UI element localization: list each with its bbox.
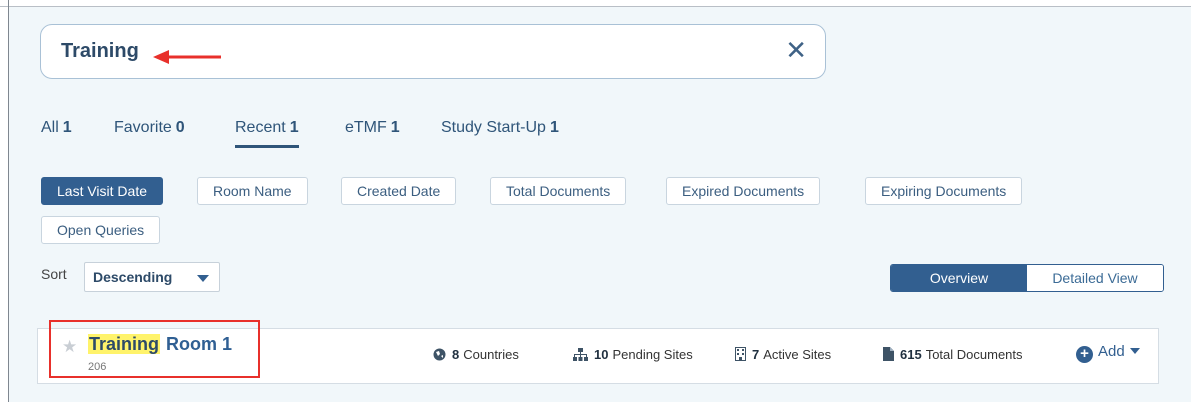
chevron-down-icon [1129,348,1140,354]
tab-label: eTMF [345,119,387,136]
sort-label: Sort [41,266,67,282]
plus-circle-icon: + [1076,346,1093,363]
sort-field-total-documents[interactable]: Total Documents [490,177,627,205]
stat-label: Total Documents [925,347,1023,362]
tab-label: All [41,119,59,136]
sort-order-select[interactable]: Descending [84,262,220,292]
chevron-down-icon [197,275,209,282]
stat-value: 8 [452,347,460,362]
detailed-view-button[interactable]: Detailed View [1027,265,1163,291]
add-dropdown-button[interactable]: + Add [1076,343,1140,363]
stat-pending-sites[interactable]: 10 Pending Sites [573,347,693,362]
stat-value: 10 [594,347,609,362]
tab-etmf[interactable]: eTMF 1 [345,119,400,137]
overview-button[interactable]: Overview [891,265,1027,291]
sort-field-expired-documents[interactable]: Expired Documents [666,177,821,205]
sort-field-created-date[interactable]: Created Date [341,177,457,205]
sort-field-room-name[interactable]: Room Name [197,177,308,205]
file-icon [883,347,894,361]
tab-count: 1 [390,119,400,136]
view-toggle: Overview Detailed View [890,264,1164,292]
active-tab-indicator [235,145,299,148]
stat-value: 7 [752,347,760,362]
sitemap-icon [573,348,588,361]
tab-all[interactable]: All 1 [41,119,72,137]
left-border [8,0,9,402]
search-input[interactable]: Training [61,40,139,63]
tab-count: 1 [549,119,559,136]
stat-label: Countries [463,347,519,362]
sort-order-value: Descending [93,269,173,285]
tab-label: Favorite [114,119,172,136]
stat-value: 615 [900,347,922,362]
stat-countries[interactable]: 8 Countries [433,347,519,362]
sort-field-open-queries[interactable]: Open Queries [41,216,161,244]
tab-count: 1 [62,119,72,136]
stat-active-sites[interactable]: 7 Active Sites [735,347,831,362]
building-icon [735,347,746,361]
stat-label: Active Sites [763,347,832,362]
add-label: Add [1098,343,1125,360]
stat-total-documents[interactable]: 615 Total Documents [883,347,1023,362]
tab-count: 1 [289,119,299,136]
tab-count: 0 [175,119,185,136]
tab-label: Recent [235,119,286,136]
sort-field-expiring-documents[interactable]: Expiring Documents [865,177,1023,205]
annotation-highlight-box [49,320,260,378]
tab-favorite[interactable]: Favorite 0 [114,119,185,137]
annotation-arrow-icon [153,50,221,64]
sort-field-last-visit-date[interactable]: Last Visit Date [41,177,164,205]
top-border [0,0,1191,7]
tab-recent[interactable]: Recent 1 [235,119,299,148]
globe-icon [433,348,446,361]
stat-label: Pending Sites [612,347,693,362]
tab-label: Study Start-Up [441,119,546,136]
tab-study-start-up[interactable]: Study Start-Up 1 [441,119,559,137]
close-icon[interactable]: ✕ [785,37,807,63]
